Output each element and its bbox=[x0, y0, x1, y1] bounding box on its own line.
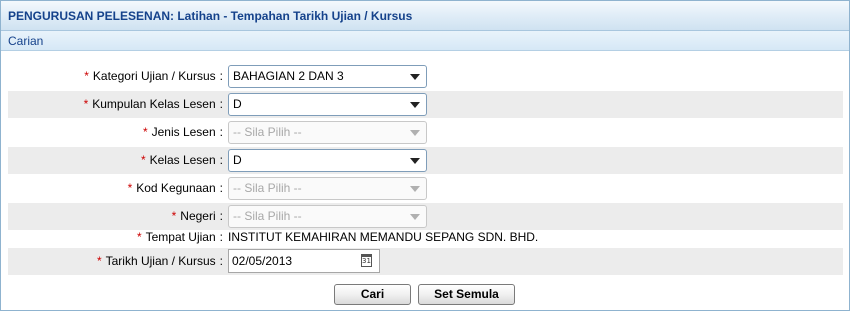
tempat-value: INSTITUT KEMAHIRAN MEMANDU SEPANG SDN. B… bbox=[228, 230, 539, 244]
reset-button[interactable]: Set Semula bbox=[418, 284, 515, 305]
section-header: Carian bbox=[1, 31, 849, 51]
jenis-select[interactable]: -- Sila Pilih -- bbox=[228, 121, 427, 144]
label-colon: : bbox=[219, 125, 223, 139]
dropdown-arrow-icon bbox=[410, 130, 420, 136]
required-mark: * bbox=[127, 181, 133, 195]
kategori-label: * Kategori Ujian / Kursus: bbox=[84, 63, 223, 90]
required-mark: * bbox=[142, 125, 148, 139]
required-mark: * bbox=[140, 153, 146, 167]
dropdown-arrow-icon bbox=[410, 158, 420, 164]
negeri-label-text: Negeri bbox=[180, 209, 216, 223]
kelas-select-value: D bbox=[233, 153, 242, 167]
required-mark: * bbox=[136, 230, 142, 244]
kod-label-text: Kod Kegunaan bbox=[136, 181, 216, 195]
form-row-tempat: * Tempat Ujian: INSTITUT KEMAHIRAN MEMAND… bbox=[8, 226, 843, 248]
dropdown-arrow-icon bbox=[410, 102, 420, 108]
kumpulan-label: * Kumpulan Kelas Lesen: bbox=[84, 91, 223, 118]
required-mark: * bbox=[96, 254, 102, 268]
jenis-label-text: Jenis Lesen bbox=[151, 125, 216, 139]
form-row-kelas: * Kelas Lesen: D bbox=[8, 147, 843, 174]
kumpulan-select[interactable]: D bbox=[228, 93, 427, 116]
kod-select[interactable]: -- Sila Pilih -- bbox=[228, 177, 427, 200]
kelas-select[interactable]: D bbox=[228, 149, 427, 172]
kumpulan-select-value: D bbox=[233, 97, 242, 111]
form-row-jenis: * Jenis Lesen: -- Sila Pilih -- bbox=[8, 119, 843, 146]
label-colon: : bbox=[219, 209, 223, 223]
tarikh-date-input[interactable]: 02/05/2013 31 bbox=[228, 249, 380, 273]
kelas-label-text: Kelas Lesen bbox=[149, 153, 216, 167]
dropdown-arrow-icon bbox=[410, 186, 420, 192]
required-mark: * bbox=[84, 69, 89, 83]
label-colon: : bbox=[219, 254, 223, 268]
page-title: PENGURUSAN PELESENAN: Latihan - Tempahan… bbox=[8, 9, 413, 23]
kod-label: * Kod Kegunaan: bbox=[128, 175, 223, 202]
form-row-kategori: * Kategori Ujian / Kursus: BAHAGIAN 2 DAN… bbox=[8, 63, 843, 90]
dropdown-arrow-icon bbox=[410, 214, 420, 220]
jenis-label: * Jenis Lesen: bbox=[143, 119, 223, 146]
form-row-kumpulan: * Kumpulan Kelas Lesen: D bbox=[8, 91, 843, 118]
required-mark: * bbox=[171, 209, 177, 223]
form-row-kod: * Kod Kegunaan: -- Sila Pilih -- bbox=[8, 175, 843, 202]
negeri-select[interactable]: -- Sila Pilih -- bbox=[228, 205, 427, 228]
jenis-select-value: -- Sila Pilih -- bbox=[233, 125, 302, 139]
tarikh-label: * Tarikh Ujian / Kursus: bbox=[97, 248, 223, 275]
label-colon: : bbox=[219, 97, 223, 111]
kelas-label: * Kelas Lesen: bbox=[141, 147, 223, 174]
required-mark: * bbox=[83, 97, 89, 111]
dropdown-arrow-icon bbox=[410, 74, 420, 80]
label-colon: : bbox=[219, 153, 223, 167]
kategori-select[interactable]: BAHAGIAN 2 DAN 3 bbox=[228, 65, 427, 88]
section-title: Carian bbox=[8, 34, 44, 48]
tarikh-date-value: 02/05/2013 bbox=[232, 254, 293, 268]
kategori-select-value: BAHAGIAN 2 DAN 3 bbox=[233, 69, 344, 83]
tempat-label-text: Tempat Ujian bbox=[145, 230, 216, 244]
panel-header: PENGURUSAN PELESENAN: Latihan - Tempahan… bbox=[1, 1, 849, 31]
calendar-icon[interactable]: 31 bbox=[361, 254, 372, 267]
label-colon: : bbox=[219, 181, 223, 195]
tarikh-label-text: Tarikh Ujian / Kursus bbox=[105, 254, 216, 268]
kategori-label-text: Kategori Ujian / Kursus bbox=[92, 69, 216, 83]
negeri-select-value: -- Sila Pilih -- bbox=[233, 209, 302, 223]
label-colon: : bbox=[219, 230, 223, 244]
label-colon: : bbox=[219, 69, 223, 83]
form-row-tarikh: * Tarikh Ujian / Kursus: 02/05/2013 31 bbox=[8, 248, 843, 275]
kumpulan-label-text: Kumpulan Kelas Lesen bbox=[92, 97, 216, 111]
kod-select-value: -- Sila Pilih -- bbox=[233, 181, 302, 195]
tempat-label: * Tempat Ujian: bbox=[137, 226, 223, 248]
search-button[interactable]: Cari bbox=[334, 284, 411, 305]
